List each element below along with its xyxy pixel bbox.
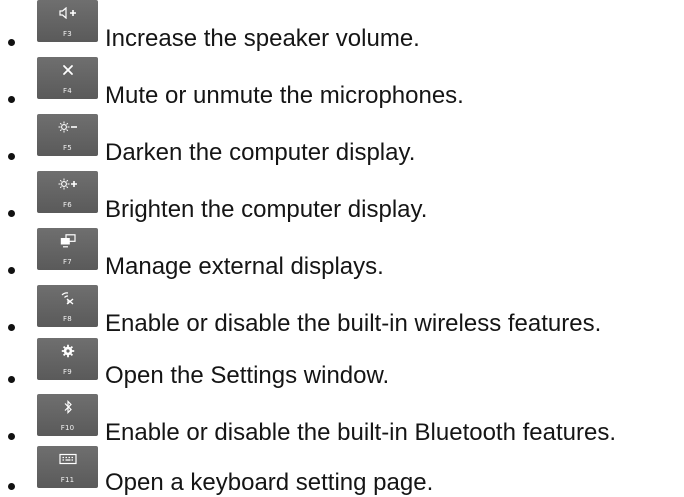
f4-description: Mute or unmute the microphones. <box>105 82 464 109</box>
bullet <box>8 267 15 274</box>
f3-description: Increase the speaker volume. <box>105 25 420 52</box>
f6-label: F6 <box>63 201 72 209</box>
list-item-f4: F4 Mute or unmute the microphones. <box>0 57 684 109</box>
f6-description: Brighten the computer display. <box>105 196 428 223</box>
bullet <box>8 483 15 490</box>
f9-label: F9 <box>63 368 72 376</box>
list-item-f6: F6 Brighten the computer display. <box>0 171 684 223</box>
bluetooth-icon <box>37 399 98 415</box>
brightness-up-icon <box>37 176 98 192</box>
f8-keycap: F8 <box>37 285 98 327</box>
f7-keycap: F7 <box>37 228 98 270</box>
bullet <box>8 153 15 160</box>
bullet <box>8 39 15 46</box>
list-item-f7: F7 Manage external displays. <box>0 228 684 280</box>
bullet <box>8 433 15 440</box>
f7-label: F7 <box>63 258 72 266</box>
keyboard-icon <box>37 451 98 467</box>
f5-description: Darken the computer display. <box>105 139 416 166</box>
list-item-f5: F5 Darken the computer display. <box>0 114 684 166</box>
f11-description: Open a keyboard setting page. <box>105 469 434 496</box>
f3-keycap: F3 <box>37 0 98 42</box>
speaker-volume-up-icon <box>37 5 98 21</box>
microphone-mute-icon <box>37 62 98 78</box>
f10-label: F10 <box>60 424 75 432</box>
f3-label: F3 <box>63 30 72 38</box>
f7-description: Manage external displays. <box>105 253 384 280</box>
list-item-f11: F11 Open a keyboard setting page. <box>0 446 684 496</box>
f4-label: F4 <box>63 87 72 95</box>
f8-label: F8 <box>63 315 72 323</box>
list-item-f10: F10 Enable or disable the built-in Bluet… <box>0 394 684 446</box>
list-item-f3: F3 Increase the speaker volume. <box>0 0 684 52</box>
f5-keycap: F5 <box>37 114 98 156</box>
f5-label: F5 <box>63 144 72 152</box>
external-display-icon <box>37 233 98 249</box>
f10-keycap: F10 <box>37 394 98 436</box>
bullet <box>8 376 15 383</box>
f9-keycap: F9 <box>37 338 98 380</box>
f4-keycap: F4 <box>37 57 98 99</box>
wireless-toggle-icon <box>37 290 98 306</box>
f9-description: Open the Settings window. <box>105 362 390 389</box>
bullet <box>8 210 15 217</box>
brightness-down-icon <box>37 119 98 135</box>
f10-description: Enable or disable the built-in Bluetooth… <box>105 419 616 446</box>
list-item-f9: F9 Open the Settings window. <box>0 338 684 389</box>
bullet <box>8 96 15 103</box>
f8-description: Enable or disable the built-in wireless … <box>105 310 602 337</box>
f11-label: F11 <box>60 476 75 484</box>
f6-keycap: F6 <box>37 171 98 213</box>
bullet <box>8 324 15 331</box>
settings-gear-icon <box>37 343 98 359</box>
f11-keycap: F11 <box>37 446 98 488</box>
list-item-f8: F8 Enable or disable the built-in wirele… <box>0 285 684 337</box>
